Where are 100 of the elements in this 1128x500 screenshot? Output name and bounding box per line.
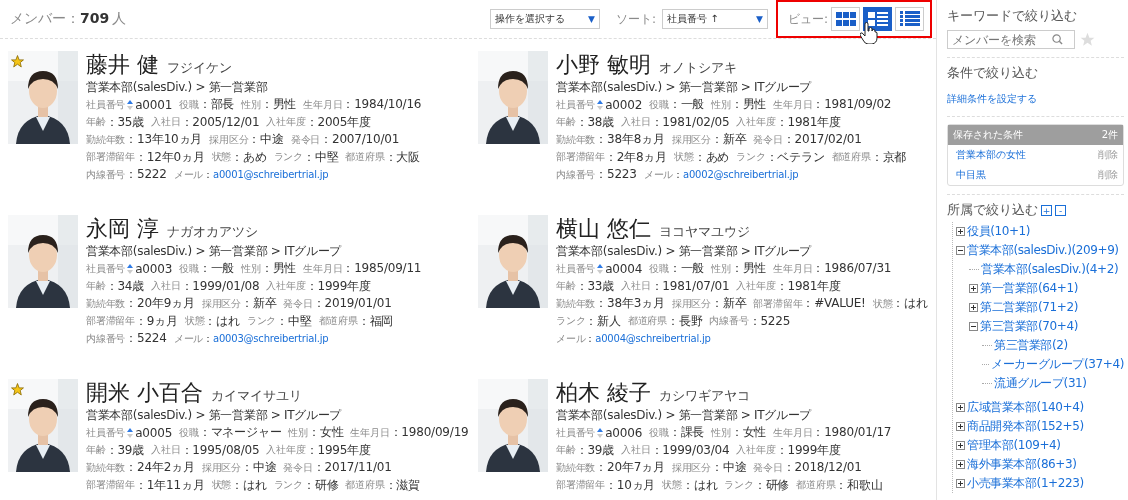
- saved-condition-link[interactable]: 中目黒: [956, 168, 986, 182]
- tree-item[interactable]: 営業本部(salesDiv.)(209+9): [967, 242, 1119, 259]
- info-field: 入社年度：1981年度: [736, 277, 841, 295]
- info-field: 入社年度：1981年度: [736, 113, 841, 131]
- email-label: メール：: [556, 331, 596, 346]
- tree-item[interactable]: 第一営業部(64+1): [980, 280, 1078, 297]
- member-name[interactable]: 永岡 淳: [86, 215, 159, 243]
- info-field: 年齢：35歳: [86, 113, 145, 131]
- view-label: ビュー:: [787, 10, 828, 28]
- info-field: 入社日：1999/03/04: [621, 441, 730, 459]
- email-label: メール：: [173, 331, 213, 346]
- email-link[interactable]: a0004@schreibertrial.jp: [595, 333, 711, 345]
- info-field: 採用区分：新卒: [201, 295, 277, 313]
- info-field: 状態：はれ: [662, 476, 718, 494]
- tree-toggle-icon[interactable]: [969, 284, 978, 293]
- detail-condition-link[interactable]: 詳細条件を設定する: [947, 92, 1037, 106]
- tree-item[interactable]: 商品開発本部(152+5): [967, 418, 1084, 435]
- sort-arrows-icon: [597, 427, 604, 438]
- tree-item[interactable]: 海外事業本部(86+3): [967, 456, 1077, 473]
- info-field: 内線番号：5224: [86, 330, 167, 348]
- tree-item[interactable]: 役員(10+1): [967, 223, 1031, 240]
- sort-dropdown[interactable]: 社員番号 ↑ ▼: [661, 9, 768, 29]
- department-path: 営業本部(salesDiv.) > 第一営業部 > ITグループ: [86, 243, 343, 260]
- info-field: 発令日：2018/12/01: [753, 459, 862, 477]
- tree-toggle-icon[interactable]: [969, 303, 978, 312]
- sort-arrows-icon: [127, 427, 134, 438]
- email-label: メール：: [643, 167, 683, 182]
- action-dropdown[interactable]: 操作を選択する ▼: [489, 9, 600, 29]
- tree-item[interactable]: 第三営業部(70+4): [980, 318, 1078, 335]
- star-icon[interactable]: [11, 55, 24, 68]
- tree-toggle-icon[interactable]: [956, 227, 965, 236]
- collapse-all-button[interactable]: -: [1055, 205, 1066, 216]
- tree-item[interactable]: 小売事業本部(1+223): [967, 475, 1084, 492]
- info-field: 状態：はれ: [211, 476, 267, 494]
- info-field: 入社日：1999/01/08: [151, 277, 260, 295]
- info-field: 都道府県：和歌山: [796, 476, 883, 494]
- department-path: 営業本部(salesDiv.) > 第一営業部 > ITグループ: [556, 407, 813, 424]
- member-name[interactable]: 開米 小百合: [86, 379, 203, 407]
- member-kana: ヨコヤマユウジ: [659, 224, 750, 241]
- panel-title: 保存された条件: [953, 128, 1023, 142]
- member-count: 709: [80, 10, 110, 26]
- grid-view-button[interactable]: [831, 7, 860, 31]
- tree-toggle-icon[interactable]: [969, 322, 978, 331]
- expand-all-button[interactable]: +: [1041, 205, 1052, 216]
- info-field: 入社日：1981/07/01: [621, 277, 730, 295]
- search-field[interactable]: メンバーを検索: [947, 30, 1075, 49]
- member-kana: カシワギアヤコ: [659, 388, 750, 405]
- cards-view-button[interactable]: [863, 7, 892, 31]
- email-link[interactable]: a0003@schreibertrial.jp: [212, 333, 329, 345]
- info-field: 入社年度：1999年度: [266, 277, 371, 295]
- star-icon[interactable]: [1080, 32, 1095, 47]
- tree-item[interactable]: 第二営業部(71+2): [980, 299, 1078, 316]
- star-icon[interactable]: [11, 383, 24, 396]
- member-kana: フジイケン: [167, 60, 232, 77]
- info-field: 部署滞留年：2年8ヵ月: [556, 148, 668, 166]
- tree-toggle-icon[interactable]: [956, 441, 965, 450]
- info-field: 入社年度：1995年度: [266, 441, 371, 459]
- delete-link[interactable]: 削除: [1098, 148, 1118, 162]
- section-title: キーワードで絞り込む: [947, 8, 1078, 25]
- tree-toggle-icon[interactable]: [956, 246, 965, 255]
- tree-item[interactable]: 流通グループ(31): [994, 375, 1087, 392]
- tree-item[interactable]: 広域営業本部(140+4): [967, 399, 1084, 416]
- delete-link[interactable]: 削除: [1098, 168, 1118, 182]
- info-field: ランク：研修: [273, 476, 339, 494]
- tree-toggle-icon[interactable]: [956, 460, 965, 469]
- info-field: 生年月日：1981/09/02: [773, 96, 892, 114]
- email-label: メール：: [173, 167, 213, 182]
- email-link[interactable]: a0001@schreibertrial.jp: [212, 169, 329, 181]
- info-field: 性別：男性: [241, 96, 297, 114]
- tree-toggle-icon[interactable]: [956, 403, 965, 412]
- member-name[interactable]: 藤井 健: [86, 51, 159, 79]
- info-field: ランク：新人: [556, 312, 621, 330]
- email-link[interactable]: a0002@schreibertrial.jp: [682, 169, 799, 181]
- section-title: 条件で絞り込む: [947, 65, 1039, 82]
- list-view-button[interactable]: [895, 7, 924, 31]
- tree-item[interactable]: メーカーグループ(37+4): [991, 356, 1124, 373]
- tree-toggle-icon[interactable]: [956, 479, 965, 488]
- info-field: 性別：女性: [288, 424, 344, 442]
- info-field: 内線番号：5223: [556, 166, 637, 184]
- info-field: 採用区分：中途: [201, 459, 277, 477]
- saved-condition-link[interactable]: 営業本部の女性: [956, 148, 1026, 162]
- info-field: 状態：はれ: [872, 295, 928, 313]
- info-field: 状態：はれ: [184, 312, 240, 330]
- tree-item[interactable]: 営業本部(salesDiv.)(4+2): [981, 261, 1119, 278]
- search-icon[interactable]: [1052, 34, 1063, 45]
- info-field: 性別：男性: [711, 96, 767, 114]
- member-name[interactable]: 小野 敏明: [556, 51, 651, 79]
- info-field: 状態：あめ: [674, 148, 730, 166]
- tree-toggle-icon[interactable]: [956, 422, 965, 431]
- member-name[interactable]: 横山 悠仁: [556, 215, 651, 243]
- info-field: 勤続年数：20年7ヵ月: [556, 459, 665, 477]
- info-field: 入社年度：1999年度: [736, 441, 841, 459]
- saved-count: 2件: [1101, 128, 1118, 142]
- info-field: 部署滞留年：#VALUE!: [753, 295, 866, 313]
- sort-arrows-icon: [127, 99, 134, 110]
- member-name[interactable]: 柏木 綾子: [556, 379, 651, 407]
- tree-item[interactable]: 管理本部(109+4): [967, 437, 1061, 454]
- tree-item[interactable]: 第三営業部(2): [994, 337, 1068, 354]
- info-field: 入社日：1995/08/05: [151, 441, 260, 459]
- info-field: 採用区分：新卒: [671, 295, 747, 313]
